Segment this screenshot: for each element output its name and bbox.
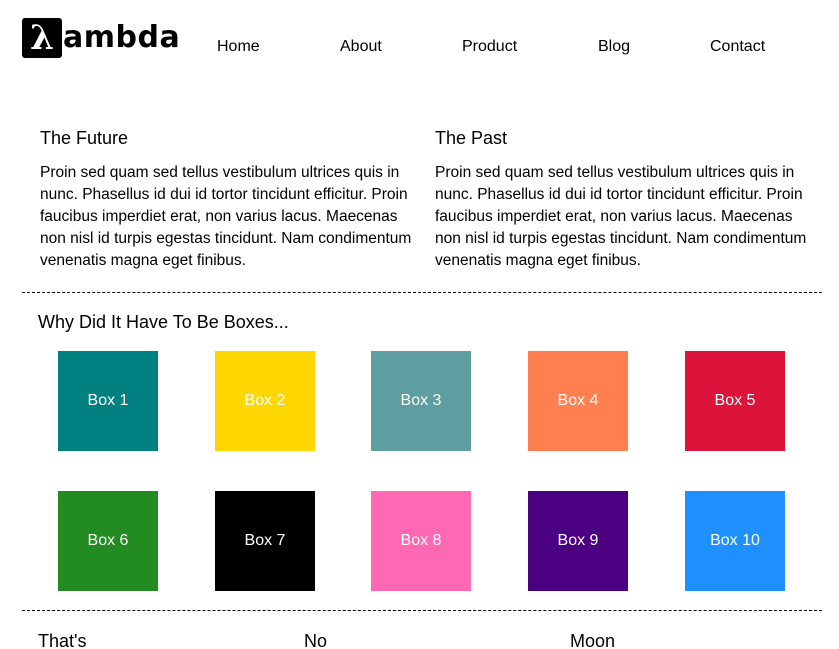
nav-link-blog[interactable]: Blog (598, 38, 630, 56)
nav-link-about[interactable]: About (340, 38, 382, 56)
nav-link-home[interactable]: Home (217, 38, 260, 56)
divider (22, 292, 822, 293)
footer-word: No (304, 631, 328, 649)
nav-link-contact[interactable]: Contact (710, 38, 765, 56)
box-8: Box 8 (371, 491, 471, 591)
box-10: Box 10 (685, 491, 785, 591)
column-past: The Past Proin sed quam sed tellus vesti… (435, 127, 807, 272)
column-title: The Future (40, 128, 129, 148)
nav-link-product[interactable]: Product (462, 38, 517, 56)
box-4: Box 4 (528, 351, 628, 451)
box-5: Box 5 (685, 351, 785, 451)
boxes-section-title: Why Did It Have To Be Boxes... (38, 312, 289, 332)
footer-word: That's (38, 631, 87, 649)
box-6: Box 6 (58, 491, 158, 591)
column-body: Proin sed quam sed tellus vestibulum ult… (40, 164, 412, 269)
logo-text: ambda (63, 20, 181, 55)
divider (22, 610, 822, 611)
box-2: Box 2 (215, 351, 315, 451)
box-7: Box 7 (215, 491, 315, 591)
logo[interactable]: λ ambda (22, 18, 180, 58)
column-future: The Future Proin sed quam sed tellus ves… (40, 127, 412, 272)
box-1: Box 1 (58, 351, 158, 451)
column-body: Proin sed quam sed tellus vestibulum ult… (435, 164, 807, 269)
box-3: Box 3 (371, 351, 471, 451)
site-header: λ ambda Home About Product Blog Contact (0, 0, 839, 95)
column-title: The Past (435, 128, 508, 148)
lambda-logo-icon: λ (22, 18, 62, 58)
footer-word: Moon (570, 631, 616, 649)
box-9: Box 9 (528, 491, 628, 591)
